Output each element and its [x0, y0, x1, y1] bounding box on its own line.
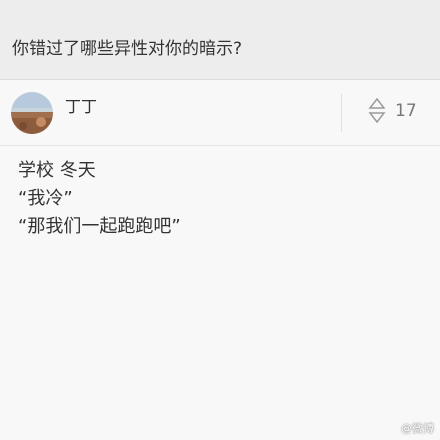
vote-divider [341, 94, 342, 132]
answer-meta: 丁丁 17 [0, 80, 440, 146]
vote-up-down-icon [368, 97, 386, 124]
watermark: @微博 [401, 422, 434, 435]
avatar[interactable] [11, 92, 53, 134]
author-name[interactable]: 丁丁 [65, 93, 97, 117]
vote-count: 17 [395, 101, 417, 121]
question-header: 你错过了哪些异性对你的暗示? [0, 0, 440, 80]
avatar-image [11, 92, 53, 134]
answer-line: “我冷” [18, 188, 73, 209]
answer-line: “那我们一起跑跑吧” [18, 216, 181, 237]
answer-body: 学校 冬天 “我冷” “那我们一起跑跑吧” [18, 157, 418, 241]
answer-line: 学校 冬天 [18, 160, 96, 181]
question-title[interactable]: 你错过了哪些异性对你的暗示? [12, 34, 242, 59]
vote-button[interactable]: 17 [360, 96, 430, 130]
